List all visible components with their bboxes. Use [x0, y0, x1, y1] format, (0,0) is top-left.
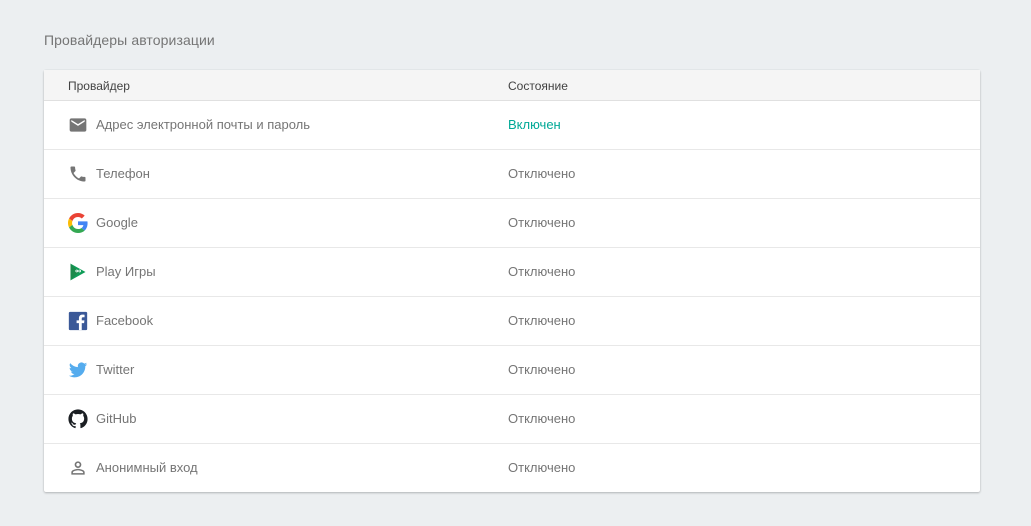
status-label: Отключено: [508, 215, 576, 230]
phone-icon: [68, 164, 88, 184]
provider-name: Play Игры: [96, 264, 156, 279]
provider-name: Twitter: [96, 362, 135, 377]
status-label: Отключено: [508, 264, 576, 279]
column-header-status: Состояние: [508, 79, 568, 93]
person-icon: [68, 458, 88, 478]
provider-name: Адрес электронной почты и пароль: [96, 117, 311, 132]
provider-row-anonymous[interactable]: Анонимный вход Отключено: [44, 444, 980, 492]
status-label: Отключено: [508, 313, 576, 328]
provider-name: Facebook: [96, 313, 154, 328]
provider-row-phone[interactable]: Телефон Отключено: [44, 150, 980, 199]
play-games-icon: [68, 262, 88, 282]
github-icon: [68, 409, 88, 429]
status-label: Отключено: [508, 166, 576, 181]
facebook-icon: [68, 311, 88, 331]
auth-providers-page: Провайдеры авторизации Провайдер Состоян…: [0, 0, 1031, 526]
provider-row-email[interactable]: Адрес электронной почты и пароль Включен: [44, 101, 980, 150]
section-title: Провайдеры авторизации: [44, 32, 215, 48]
provider-name: Анонимный вход: [96, 460, 198, 475]
google-icon: [68, 213, 88, 233]
provider-row-facebook[interactable]: Facebook Отключено: [44, 297, 980, 346]
provider-row-play-games[interactable]: Play Игры Отключено: [44, 248, 980, 297]
provider-name: Google: [96, 215, 138, 230]
provider-row-github[interactable]: GitHub Отключено: [44, 395, 980, 444]
status-label: Отключено: [508, 411, 576, 426]
table-header: Провайдер Состояние: [44, 70, 980, 101]
status-label: Отключено: [508, 362, 576, 377]
status-label: Включен: [508, 117, 561, 132]
provider-name: GitHub: [96, 411, 137, 426]
column-header-provider: Провайдер: [68, 79, 130, 93]
provider-name: Телефон: [96, 166, 150, 181]
twitter-icon: [68, 360, 88, 380]
providers-table: Провайдер Состояние Адрес электронной по…: [44, 70, 980, 492]
provider-row-google[interactable]: Google Отключено: [44, 199, 980, 248]
status-label: Отключено: [508, 460, 576, 475]
email-icon: [68, 115, 88, 135]
provider-row-twitter[interactable]: Twitter Отключено: [44, 346, 980, 395]
